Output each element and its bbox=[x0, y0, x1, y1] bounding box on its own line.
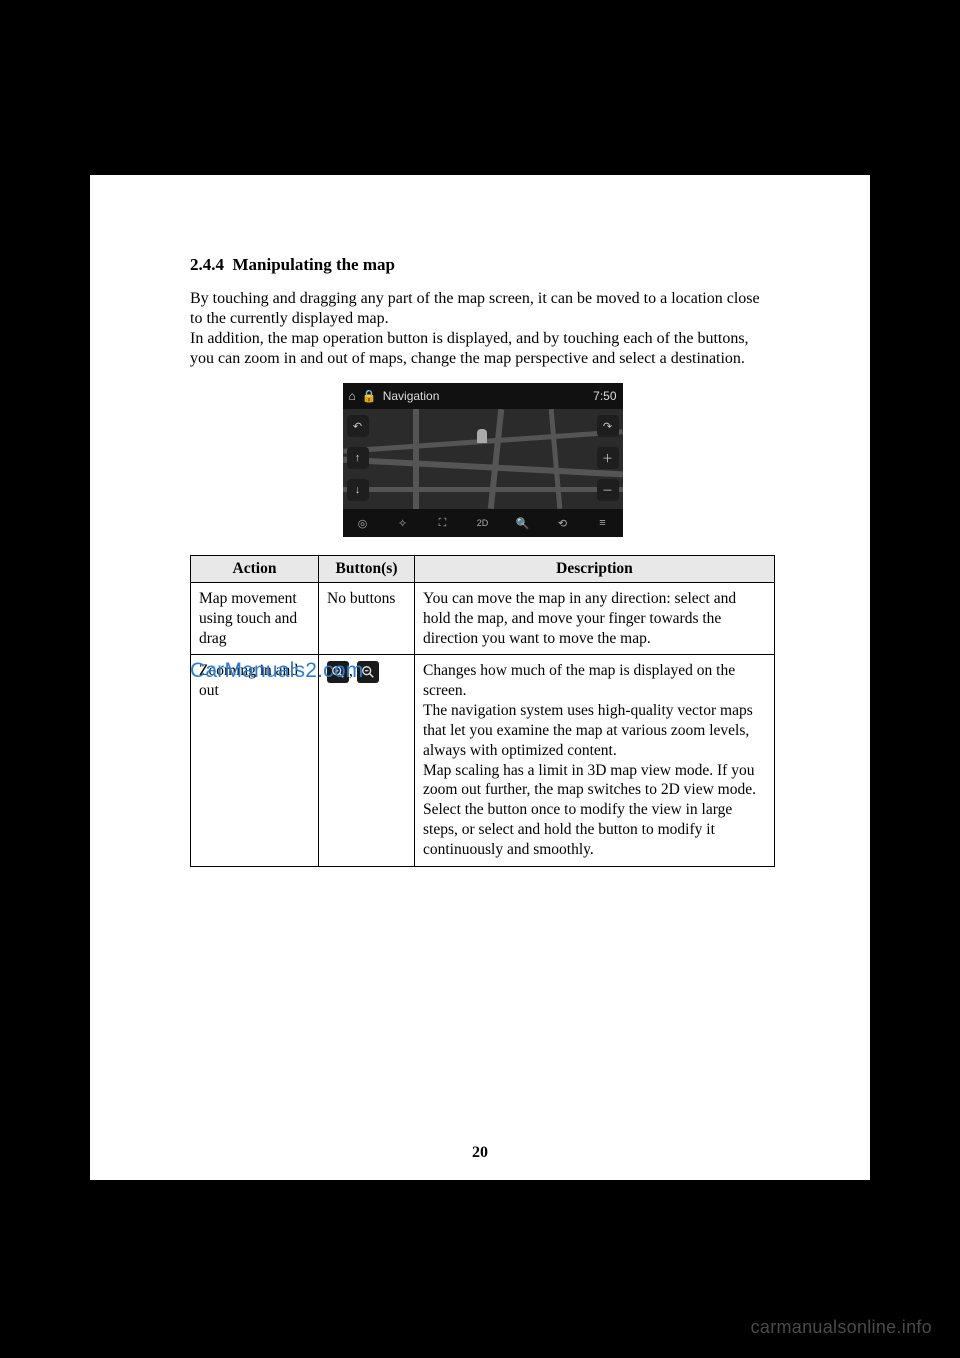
cell-buttons: , bbox=[319, 655, 415, 866]
toolbar-expand-icon[interactable]: ⛶ bbox=[434, 517, 452, 530]
toolbar-2d-icon[interactable]: 2D bbox=[474, 518, 492, 528]
toolbar-add-icon[interactable]: ✧ bbox=[394, 517, 412, 530]
toolbar-search-icon[interactable]: 🔍 bbox=[514, 517, 532, 530]
map-area[interactable]: ↶ ↑ ↓ ↷ ＋ － bbox=[343, 409, 623, 509]
cell-description: Changes how much of the map is displayed… bbox=[415, 655, 775, 866]
header-buttons: Button(s) bbox=[319, 556, 415, 583]
page-number: 20 bbox=[90, 1144, 870, 1162]
document-page: 2.4.4 Manipulating the map By touching a… bbox=[90, 175, 870, 1180]
section-number: 2.4.4 bbox=[190, 255, 224, 274]
zoom-in-button-icon bbox=[327, 661, 349, 683]
map-pin-icon bbox=[477, 429, 487, 443]
map-screenshot: ⌂ 🔒 Navigation 7:50 ↶ ↑ ↓ ↷ ＋ － ◎ ✧ ⛶ 2D bbox=[343, 383, 623, 537]
map-toolbar: ◎ ✧ ⛶ 2D 🔍 ⟲ ≡ bbox=[343, 509, 623, 537]
map-clock: 7:50 bbox=[593, 389, 616, 403]
home-icon: ⌂ bbox=[349, 389, 356, 403]
cell-buttons: No buttons bbox=[319, 583, 415, 655]
intro-paragraph: By touching and dragging any part of the… bbox=[190, 289, 775, 369]
icon-separator: , bbox=[349, 663, 357, 680]
header-action: Action bbox=[191, 556, 319, 583]
map-tilt-up-icon[interactable]: ↑ bbox=[347, 447, 369, 469]
section-heading: 2.4.4 Manipulating the map bbox=[190, 255, 775, 275]
toolbar-target-icon[interactable]: ◎ bbox=[354, 517, 372, 530]
table-header-row: Action Button(s) Description bbox=[191, 556, 775, 583]
cell-action: Zooming in and out bbox=[191, 655, 319, 866]
section-title-text: Manipulating the map bbox=[233, 255, 395, 274]
map-title: Navigation bbox=[383, 389, 440, 403]
map-left-1-icon[interactable]: ↶ bbox=[347, 415, 369, 437]
zoom-in-icon[interactable]: ＋ bbox=[597, 447, 619, 469]
zoom-out-button-icon bbox=[357, 661, 379, 683]
table-row: Zooming in and out , Changes how much of… bbox=[191, 655, 775, 866]
map-tilt-down-icon[interactable]: ↓ bbox=[347, 479, 369, 501]
map-rotate-icon[interactable]: ↷ bbox=[597, 415, 619, 437]
toolbar-menu-icon[interactable]: ≡ bbox=[594, 517, 612, 529]
lock-icon: 🔒 bbox=[362, 389, 377, 403]
table-row: Map movement using touch and drag No but… bbox=[191, 583, 775, 655]
toolbar-refresh-icon[interactable]: ⟲ bbox=[554, 517, 572, 530]
header-description: Description bbox=[415, 556, 775, 583]
actions-table: Action Button(s) Description Map movemen… bbox=[190, 555, 775, 867]
zoom-out-icon[interactable]: － bbox=[597, 479, 619, 501]
footer-brand: carmanualsonline.info bbox=[751, 1317, 932, 1338]
cell-action: Map movement using touch and drag bbox=[191, 583, 319, 655]
cell-description: You can move the map in any direction: s… bbox=[415, 583, 775, 655]
map-header: ⌂ 🔒 Navigation 7:50 bbox=[343, 383, 623, 409]
